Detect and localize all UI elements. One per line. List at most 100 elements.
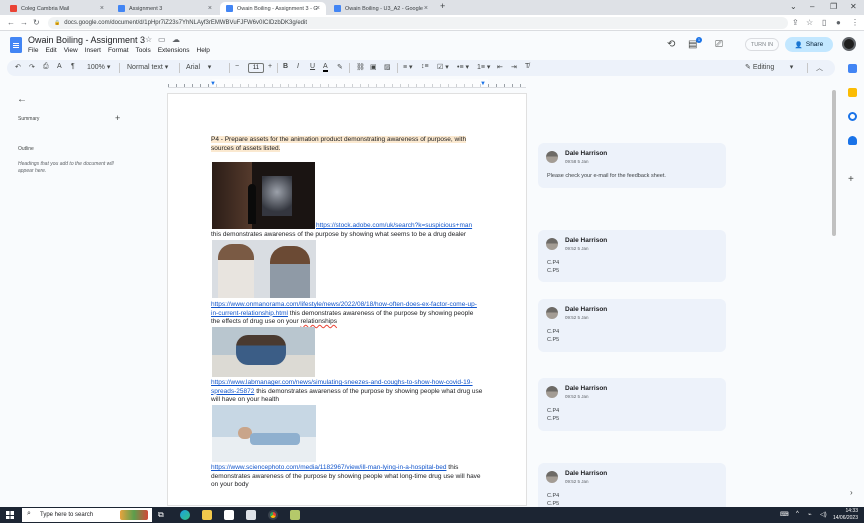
profile-icon[interactable]: ● (836, 18, 841, 27)
share-page-icon[interactable]: ⇪ (792, 18, 799, 27)
contacts-icon[interactable] (848, 136, 857, 145)
tasks-icon[interactable] (848, 112, 857, 121)
close-tab-icon[interactable]: × (208, 5, 212, 12)
window-close-icon[interactable]: ✕ (850, 2, 857, 11)
font-select[interactable]: Arial ▾ (186, 63, 211, 71)
tab-search-icon[interactable]: ⌄ (790, 2, 797, 11)
keyboard-tray-icon[interactable]: ⌨ (780, 511, 789, 518)
store-icon[interactable] (224, 510, 234, 520)
reload-icon[interactable]: ↻ (33, 18, 40, 27)
network-icon[interactable]: ⌁ (808, 511, 812, 518)
numbered-list-icon[interactable]: 1≡ ▾ (477, 63, 490, 71)
left-indent-marker-icon[interactable]: ▼ (210, 81, 216, 87)
print-icon[interactable]: ⎙ (43, 63, 49, 71)
keep-icon[interactable] (848, 88, 857, 97)
close-tab-icon[interactable]: × (424, 5, 428, 12)
assignment-heading[interactable]: P4 - Prepare assets for the animation pr… (211, 136, 483, 153)
share-button[interactable]: 👤 Share (785, 37, 833, 52)
spellcheck-icon[interactable]: A (57, 63, 62, 70)
comment-card-1[interactable]: Dale Harrison 09:58 5 Jan Please check y… (538, 143, 726, 188)
task-view-icon[interactable]: ⧉ (158, 510, 168, 520)
system-clock[interactable]: 14:33 14/06/2023 (833, 508, 858, 522)
side-panel-icon[interactable]: ▯ (822, 18, 826, 27)
redo-icon[interactable]: ↷ (29, 63, 35, 71)
windows-start-icon[interactable] (6, 511, 14, 519)
bold-icon[interactable]: B (283, 63, 288, 70)
paint-format-icon[interactable]: ¶ (71, 63, 75, 70)
underline-icon[interactable]: U (310, 63, 315, 70)
bulleted-list-icon[interactable]: •≡ ▾ (457, 63, 469, 71)
item-description-1[interactable]: this demonstrates awareness of the purpo… (211, 231, 483, 240)
comment-card-5[interactable]: Dale Harrison 09:52 5 Jan C.P4 C.P5 (538, 463, 726, 507)
increase-indent-icon[interactable]: ⇥ (511, 63, 517, 71)
horizontal-ruler[interactable]: ▼ ▼ (168, 79, 526, 88)
photos-app-icon[interactable] (290, 510, 300, 520)
collapse-menus-icon[interactable]: ︿ (816, 63, 823, 73)
line-spacing-icon[interactable]: ↕≡ (421, 63, 429, 70)
browser-tab-doc-u3[interactable]: Owain Boiling - U3_A2 - Google × (328, 2, 434, 15)
edge-icon[interactable] (180, 510, 190, 520)
add-comment-icon[interactable]: ▣ (370, 63, 377, 71)
align-icon[interactable]: ≡ ▾ (403, 63, 413, 71)
close-tab-icon[interactable]: × (316, 5, 320, 12)
move-folder-icon[interactable]: ▭ (158, 35, 166, 44)
decrease-font-size-icon[interactable]: − (235, 63, 239, 70)
close-tab-icon[interactable]: × (100, 5, 104, 12)
menu-insert[interactable]: Insert (85, 47, 101, 54)
menu-format[interactable]: Format (108, 47, 129, 54)
show-side-panel-icon[interactable]: › (850, 488, 853, 497)
text-color-icon[interactable]: A (323, 63, 328, 72)
menu-edit[interactable]: Edit (45, 47, 56, 54)
mail-icon[interactable] (246, 510, 256, 520)
source-link-1[interactable]: https://stock.adobe.com/uk/search?k=susp… (316, 222, 472, 229)
clear-formatting-icon[interactable]: T̸ (525, 63, 529, 70)
browser-menu-icon[interactable]: ⋮ (851, 18, 859, 27)
spelling-flag-word[interactable]: relationships (301, 318, 338, 325)
menu-file[interactable]: File (28, 47, 38, 54)
bookmark-star-icon[interactable]: ☆ (806, 18, 813, 27)
search-highlight-icon[interactable] (120, 510, 148, 520)
star-icon[interactable]: ☆ (145, 35, 152, 44)
volume-icon[interactable]: ◁) (820, 511, 827, 518)
source-link-4[interactable]: https://www.sciencephoto.com/media/11829… (211, 464, 446, 471)
add-summary-button[interactable]: + (115, 113, 120, 123)
hospital-photo[interactable] (212, 405, 316, 462)
right-indent-marker-icon[interactable]: ▼ (480, 81, 486, 87)
chrome-icon[interactable] (268, 510, 278, 520)
new-tab-button[interactable]: + (440, 1, 445, 11)
document-page[interactable]: P4 - Prepare assets for the animation pr… (168, 94, 526, 505)
show-hidden-icons[interactable]: ^ (796, 511, 799, 517)
calendar-icon[interactable] (848, 64, 857, 73)
increase-font-size-icon[interactable]: + (268, 63, 272, 70)
meet-icon[interactable]: ⎚ (715, 39, 723, 50)
coughing-photo[interactable] (212, 327, 315, 377)
url-input[interactable]: 🔒 docs.google.com/document/d/1pHpr7iZ23s… (48, 17, 788, 29)
minimize-icon[interactable]: – (810, 2, 814, 11)
alley-photo[interactable] (212, 162, 315, 229)
docs-logo-icon[interactable] (10, 37, 22, 53)
comment-card-3[interactable]: Dale Harrison 09:52 5 Jan C.P4 C.P5 (538, 299, 726, 352)
font-size-input[interactable]: 11 (248, 63, 264, 73)
checklist-icon[interactable]: ☑ ▾ (437, 63, 449, 71)
item-paragraph-4[interactable]: https://www.sciencephoto.com/media/11829… (211, 464, 483, 490)
insert-link-icon[interactable]: ⛓ (356, 63, 365, 71)
back-icon[interactable]: ← (7, 18, 15, 27)
get-addons-icon[interactable]: + (848, 174, 854, 185)
decrease-indent-icon[interactable]: ⇤ (497, 63, 503, 71)
item-paragraph-3[interactable]: https://www.labmanager.com/news/simulati… (211, 379, 483, 405)
comment-card-2[interactable]: Dale Harrison 09:52 5 Jan C.P4 C.P5 (538, 230, 726, 282)
browser-tab-doc-active[interactable]: Owain Boiling - Assignment 3 - G × (220, 2, 326, 15)
item-paragraph-2[interactable]: https://www.onmanorama.com/lifestyle/new… (211, 301, 483, 327)
menu-help[interactable]: Help (197, 47, 210, 54)
highlight-icon[interactable]: ✎ (337, 63, 343, 71)
insert-image-icon[interactable]: ▨ (384, 63, 391, 71)
menu-extensions[interactable]: Extensions (158, 47, 190, 54)
editing-mode-select[interactable]: ✎ Editing ▾ (745, 63, 793, 71)
undo-icon[interactable]: ↶ (15, 63, 21, 71)
menu-view[interactable]: View (64, 47, 78, 54)
close-outline-arrow-icon[interactable]: ← (17, 94, 27, 105)
forward-icon[interactable]: → (20, 18, 28, 27)
couple-photo[interactable] (212, 240, 316, 298)
vertical-scrollbar-thumb[interactable] (832, 90, 836, 236)
document-title[interactable]: Owain Boiling - Assignment 3 (28, 35, 145, 45)
